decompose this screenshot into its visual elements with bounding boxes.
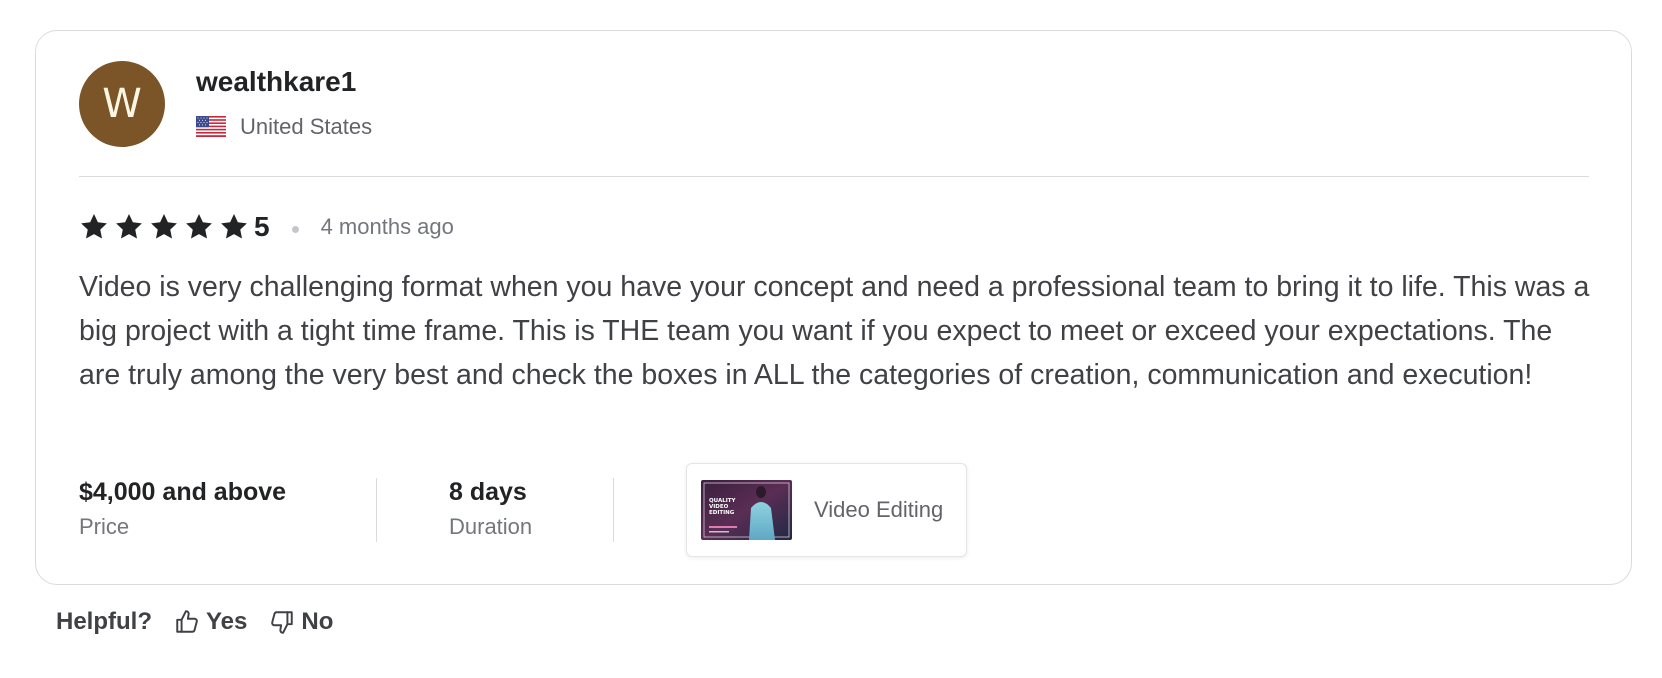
duration-block: 8 days Duration <box>377 474 613 546</box>
review-time-ago: 4 months ago <box>320 214 454 239</box>
star-icon <box>186 214 212 239</box>
star-icon <box>151 214 177 239</box>
price-value: $4,000 and above <box>79 478 287 506</box>
thumbs-up-icon <box>176 610 198 633</box>
avatar-initial: W <box>102 81 142 127</box>
separator-dot <box>291 225 299 233</box>
star-rating <box>79 212 254 242</box>
gig-title: Video Editing <box>814 497 944 522</box>
reviewer-header: W wealthkare1 United States <box>79 61 372 147</box>
reviewer-username[interactable]: wealthkare1 <box>196 65 372 99</box>
thumbnail-text: EDITING <box>709 510 735 516</box>
meta-divider <box>613 478 614 542</box>
thumbs-down-icon <box>271 611 294 634</box>
star-icon <box>81 214 107 239</box>
review-text: Video is very challenging format when yo… <box>79 271 1590 391</box>
review-card: W wealthkare1 United States 5 4 months a… <box>35 30 1632 585</box>
star-icon <box>221 214 247 239</box>
us-flag-icon <box>196 116 226 137</box>
price-block: $4,000 and above Price <box>79 474 376 546</box>
avatar[interactable]: W <box>79 61 165 147</box>
reviewer-country: United States <box>240 113 373 139</box>
duration-value: 8 days <box>449 478 527 506</box>
rating-value: 5 <box>254 211 270 242</box>
reviewer-info: wealthkare1 United States <box>196 65 372 140</box>
helpful-yes-button[interactable]: Yes <box>174 608 247 636</box>
review-meta-row: $4,000 and above Price 8 days Duration Q… <box>79 463 967 557</box>
helpful-label: Helpful? <box>56 608 152 635</box>
rating-row: 5 4 months ago <box>79 207 454 247</box>
star-icon <box>116 214 142 239</box>
reviewer-country-row: United States <box>196 114 372 140</box>
gig-thumbnail: QUALITY VIDEO EDITING <box>701 480 792 540</box>
helpful-no-label: No <box>301 608 334 635</box>
helpful-yes-label: Yes <box>206 608 248 635</box>
duration-label: Duration <box>449 514 533 539</box>
header-divider <box>79 176 1589 177</box>
price-label: Price <box>79 514 130 539</box>
helpful-row: Helpful? Yes No <box>56 605 333 639</box>
gig-card[interactable]: QUALITY VIDEO EDITING Video Editing <box>686 463 967 557</box>
helpful-no-button[interactable]: No <box>269 608 333 636</box>
